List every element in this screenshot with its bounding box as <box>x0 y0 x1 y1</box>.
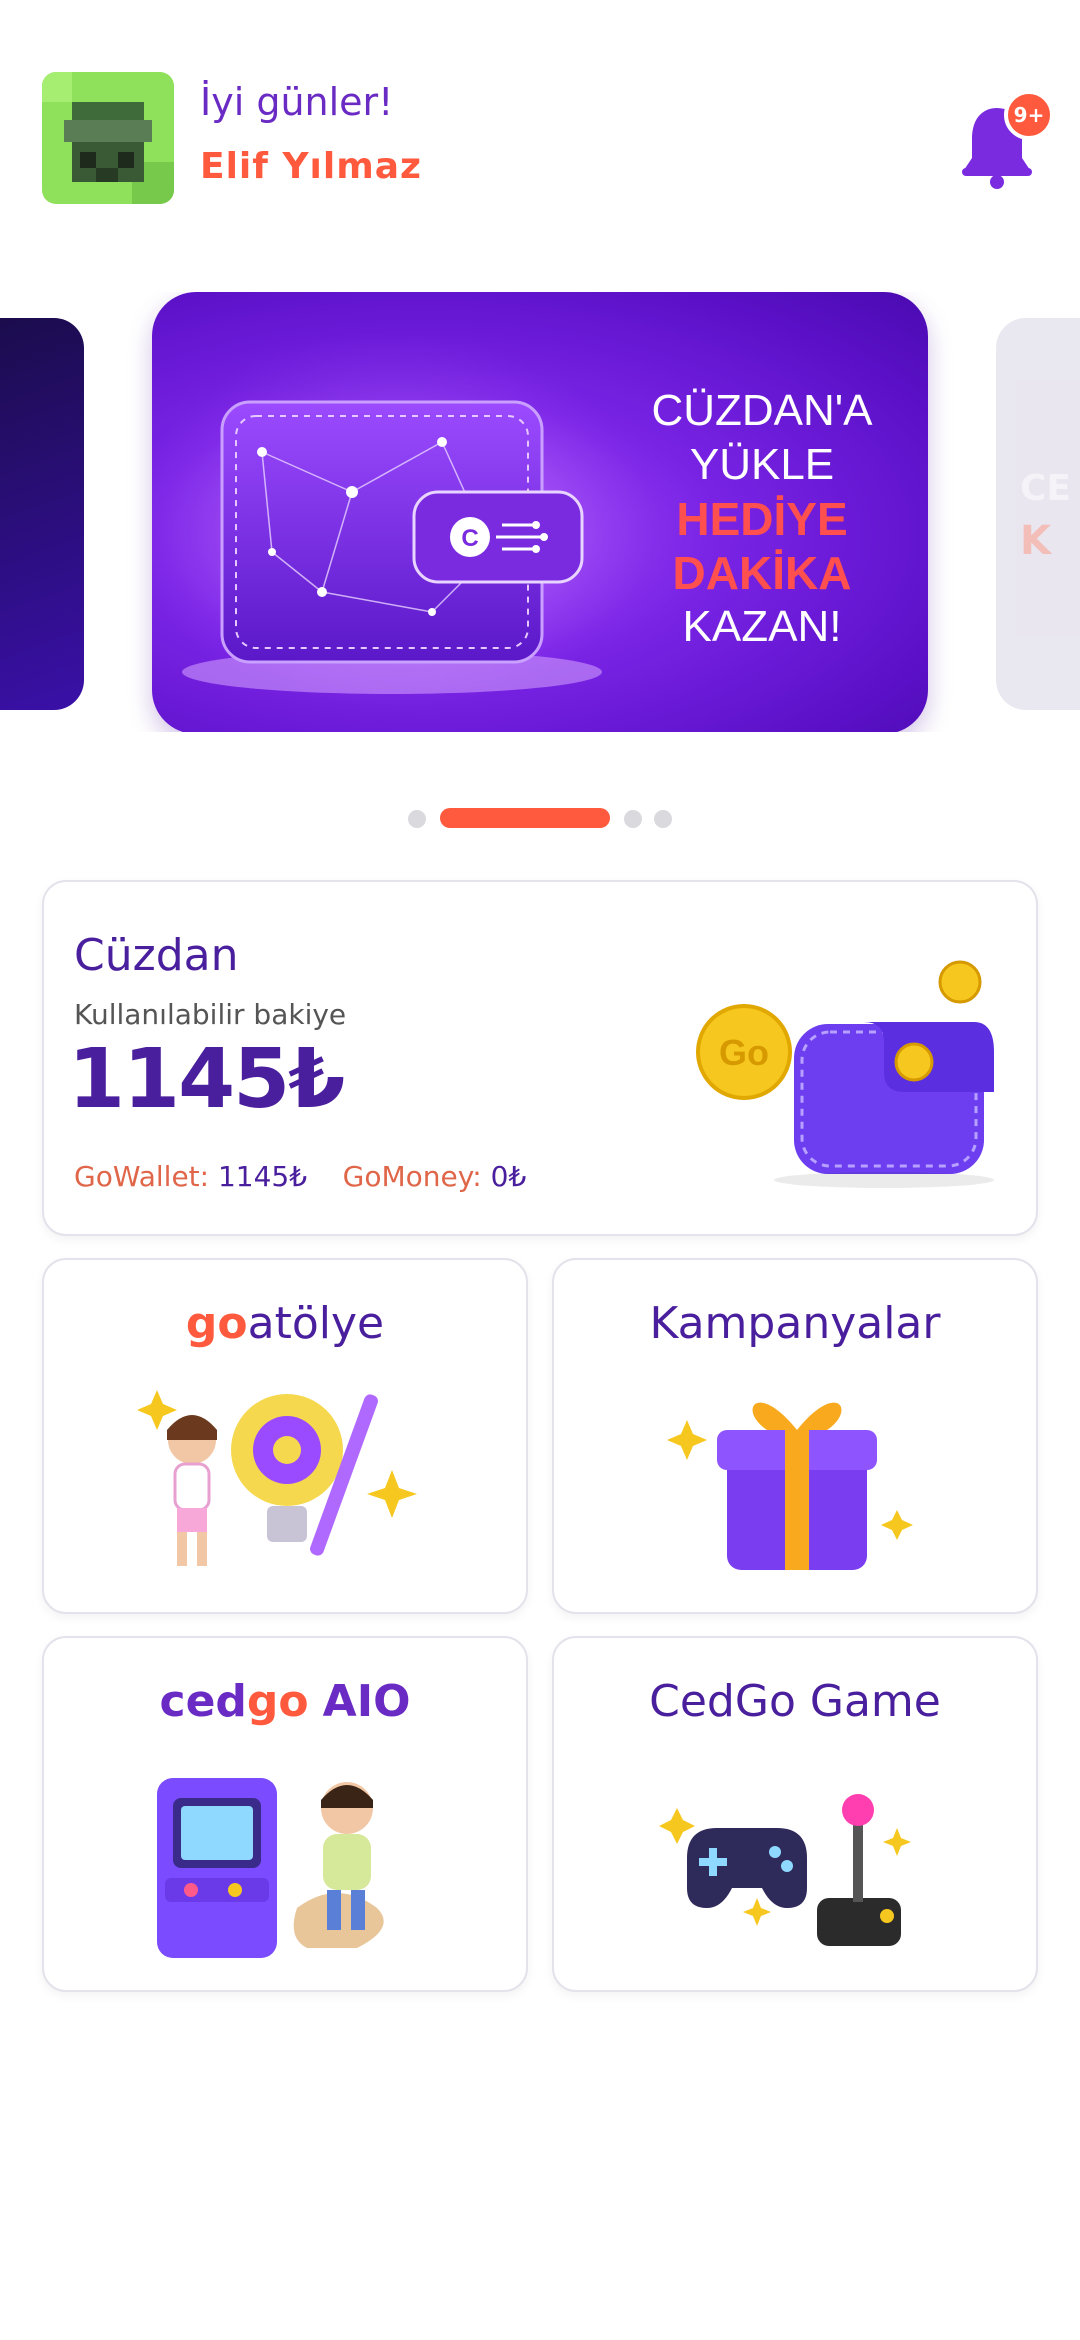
kampanyalar-title: Kampanyalar <box>649 1298 941 1349</box>
tile-cedgo-game[interactable]: CedGo Game <box>552 1636 1038 1992</box>
wallet-title: Cüzdan <box>74 930 239 981</box>
atolye-title: goatölye <box>44 1298 526 1349</box>
carousel-slide-next[interactable]: CE K <box>996 318 1080 710</box>
banner-line-1: CÜZDAN'A <box>651 386 873 435</box>
banner-text: CÜZDAN'A YÜKLE HEDİYE DAKİKA KAZAN! <box>622 384 902 654</box>
atolye-brand: go <box>185 1298 248 1349</box>
carousel-indicator <box>0 808 1080 828</box>
carousel-slide-wallet-promo[interactable]: C CÜZDAN'A YÜKLE HEDİYE DAKİKA KAZAN! <box>152 292 928 732</box>
coin-text: Go <box>719 1032 769 1073</box>
game-title: CedGo Game <box>649 1676 941 1727</box>
gowallet-label: GoWallet: <box>74 1160 210 1193</box>
aio-brand-ced: ced <box>159 1676 247 1727</box>
carousel-slide-previous[interactable] <box>0 318 84 710</box>
carousel-dot[interactable] <box>654 810 672 828</box>
wallet-coin-illustration: Go <box>684 952 1014 1192</box>
aio-title: cedgo AIO <box>44 1676 526 1727</box>
aio-brand-aio: AIO <box>322 1676 411 1727</box>
next-slide-peek-text: CE <box>1020 468 1072 509</box>
gomoney-value: 0₺ <box>490 1160 527 1193</box>
atolye-label: atölye <box>247 1298 385 1349</box>
home-header: İyi günler! Elif Yılmaz 9+ <box>0 0 1080 260</box>
greeting-text: İyi günler! <box>200 80 394 124</box>
wallet-breakdown: GoWallet: 1145₺ GoMoney: 0₺ <box>74 1160 526 1193</box>
banner-line-5: KAZAN! <box>682 602 842 651</box>
tile-cedgo-aio[interactable]: cedgo AIO <box>42 1636 528 1992</box>
user-avatar[interactable] <box>42 72 174 204</box>
next-slide-peek-text-2: K <box>1020 518 1051 564</box>
svg-text:C: C <box>461 525 478 552</box>
gift-illustration <box>647 1370 947 1590</box>
aio-brand-go: go <box>246 1676 309 1727</box>
atolye-illustration <box>137 1370 437 1590</box>
banner-line-4: DAKİKA <box>672 547 852 599</box>
gamepad-illustration <box>647 1748 947 1968</box>
gowallet-value: 1145₺ <box>217 1160 308 1193</box>
tile-kampanyalar[interactable]: Kampanyalar <box>552 1258 1038 1614</box>
carousel-dot-active[interactable] <box>440 808 610 828</box>
carousel-dot[interactable] <box>624 810 642 828</box>
wallet-card[interactable]: Cüzdan Kullanılabilir bakiye 1145₺ GoWal… <box>42 880 1038 1236</box>
wallet-balance: 1145₺ <box>68 1032 345 1127</box>
promo-carousel[interactable]: C CÜZDAN'A YÜKLE HEDİYE DAKİKA KAZAN! CE… <box>0 292 1080 732</box>
carousel-dot[interactable] <box>408 810 426 828</box>
user-name: Elif Yılmaz <box>200 146 422 187</box>
banner-line-3: HEDİYE <box>676 493 848 545</box>
wallet-subtitle: Kullanılabilir bakiye <box>74 998 347 1031</box>
notification-badge: 9+ <box>1004 90 1054 140</box>
gomoney-label: GoMoney: <box>342 1160 482 1193</box>
banner-line-2: YÜKLE <box>689 440 835 489</box>
arcade-illustration <box>137 1748 437 1968</box>
tile-atolye[interactable]: goatölye <box>42 1258 528 1614</box>
